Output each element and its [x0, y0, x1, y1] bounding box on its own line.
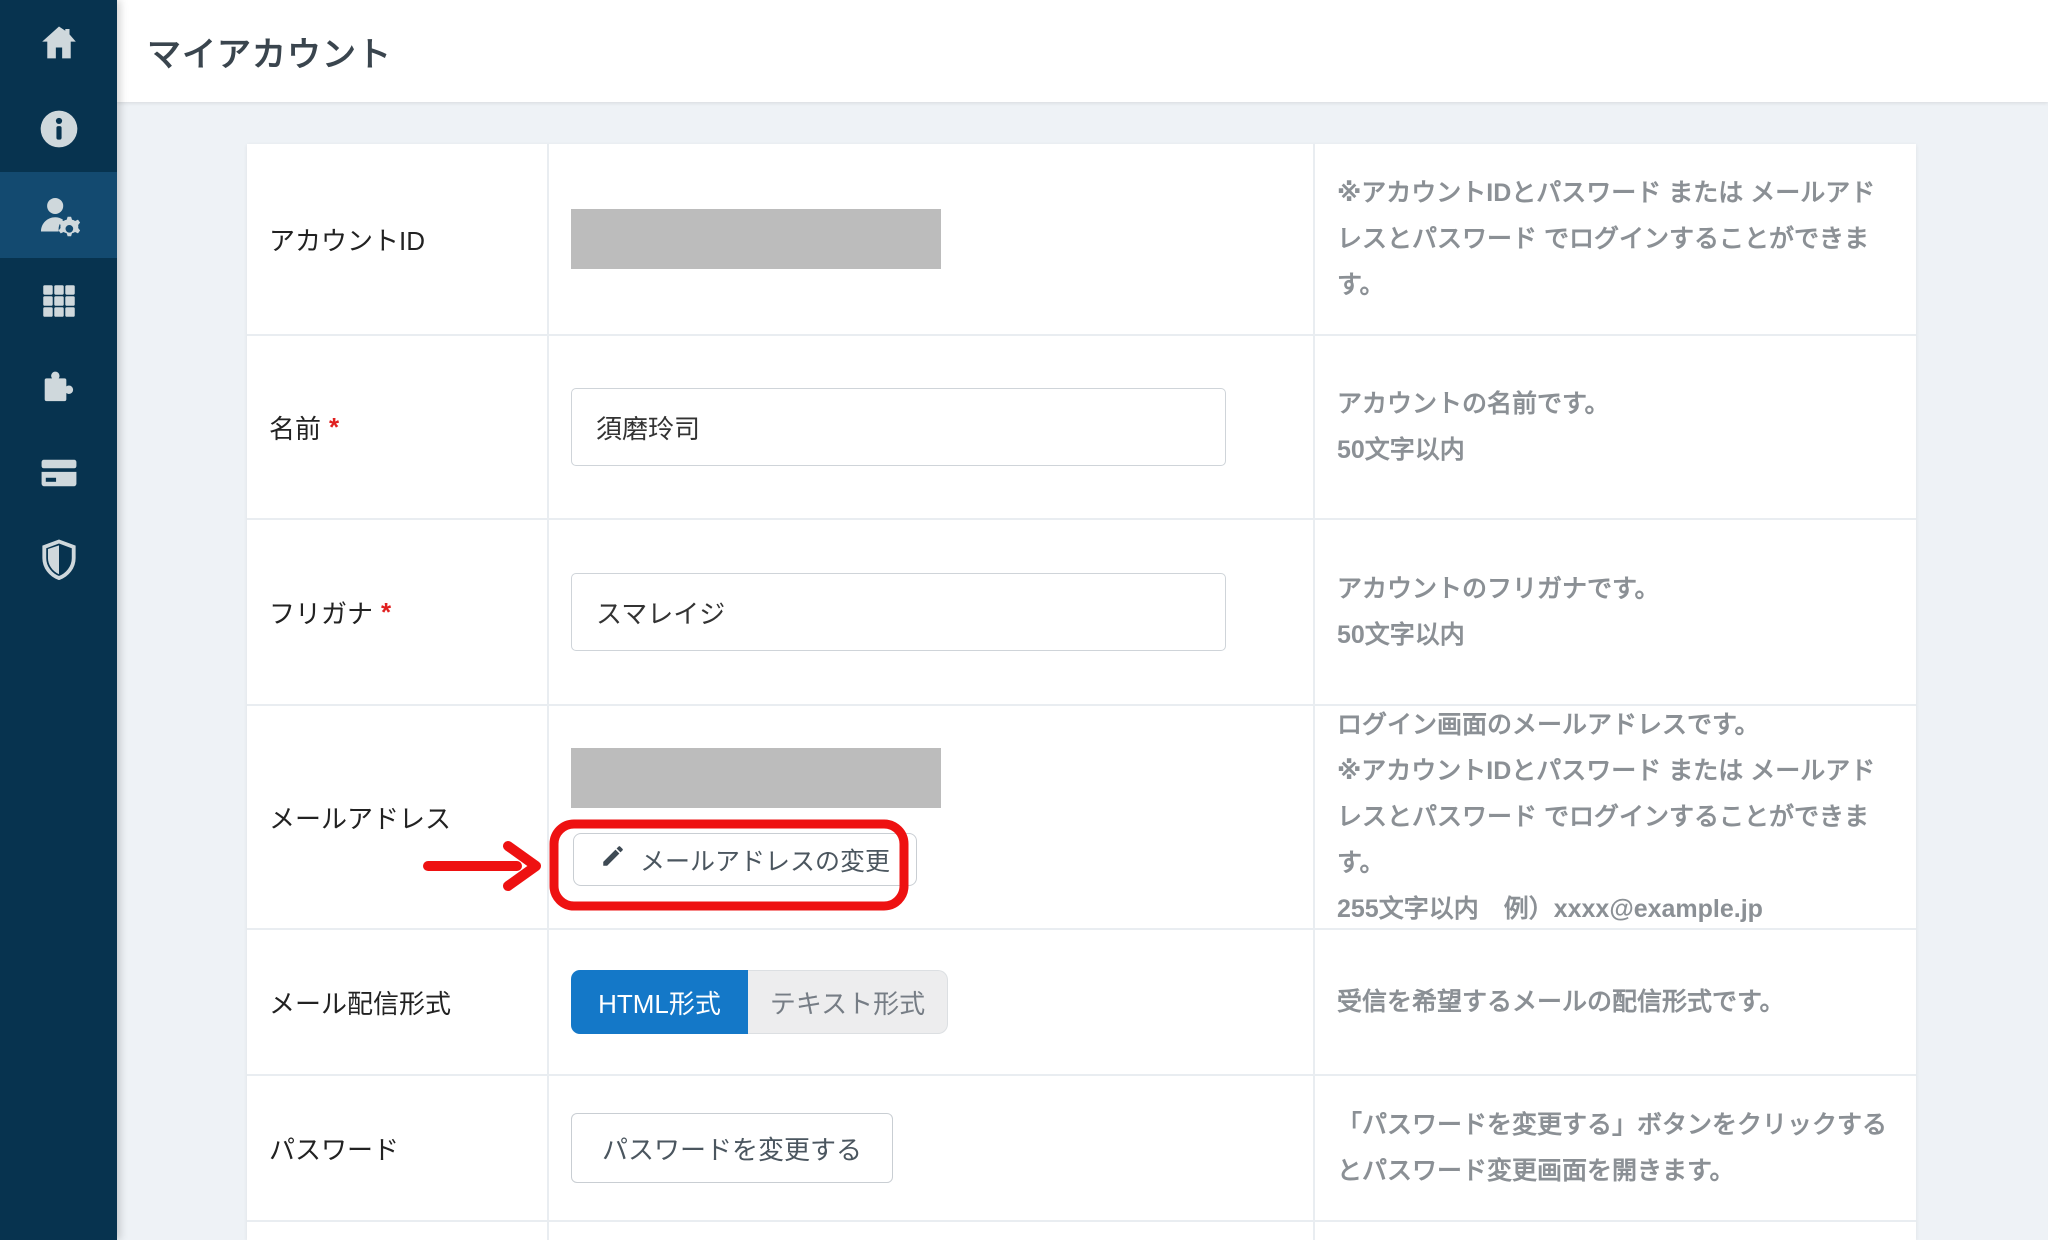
mail-format-option-html[interactable]: HTML形式: [571, 970, 748, 1034]
name-input[interactable]: [571, 388, 1226, 466]
email-redacted-value: [571, 748, 941, 808]
sidebar-item-info[interactable]: [0, 86, 117, 172]
account-id-redacted-value: [571, 209, 941, 269]
required-mark: *: [381, 597, 391, 628]
name-note-line1: アカウントの名前です。: [1337, 381, 1890, 427]
header: マイアカウント: [117, 0, 2048, 102]
home-icon: [38, 22, 80, 64]
shield-icon: [38, 538, 80, 580]
email-label: メールアドレス: [269, 799, 451, 836]
furigana-note-line2: 50文字以内: [1337, 612, 1890, 658]
grid-icon: [38, 280, 80, 322]
puzzle-icon: [37, 365, 81, 409]
page-title: マイアカウント: [147, 27, 392, 76]
furigana-label: フリガナ: [269, 594, 373, 631]
sidebar-item-account[interactable]: [0, 172, 117, 258]
pencil-icon: [600, 843, 626, 876]
credit-card-icon: [37, 451, 81, 495]
info-icon: [37, 107, 81, 151]
user-gear-icon: [36, 192, 82, 238]
row-email: メールアドレス メールアドレスの変更 ログイン画面のメールアドレスです: [247, 706, 1916, 930]
mail-format-toggle: HTML形式 テキスト形式: [571, 970, 948, 1034]
email-note-line3: 255文字以内 例）xxxx@example.jp: [1337, 886, 1890, 932]
required-mark: *: [329, 412, 339, 443]
mail-format-option-text[interactable]: テキスト形式: [748, 970, 948, 1034]
email-note-line2: ※アカウントIDとパスワード または メールアドレスとパスワード でログインする…: [1337, 748, 1890, 886]
furigana-input[interactable]: [571, 573, 1226, 651]
sidebar: [0, 0, 117, 1240]
sidebar-item-home[interactable]: [0, 0, 117, 86]
row-password: パスワード パスワードを変更する 「パスワードを変更する」ボタンをクリックすると…: [247, 1076, 1916, 1222]
password-note: 「パスワードを変更する」ボタンをクリックするとパスワード変更画面を開きます。: [1337, 1102, 1890, 1194]
sidebar-item-apps[interactable]: [0, 258, 117, 344]
row-account-id: アカウントID ※アカウントIDとパスワード または メールアドレスとパスワード…: [247, 144, 1916, 336]
sidebar-item-security[interactable]: [0, 516, 117, 602]
change-email-button-label: メールアドレスの変更: [640, 842, 890, 878]
row-partial: [247, 1222, 1916, 1240]
sidebar-item-plugins[interactable]: [0, 344, 117, 430]
name-note-line2: 50文字以内: [1337, 427, 1890, 473]
account-id-label: アカウントID: [269, 221, 425, 258]
sidebar-item-billing[interactable]: [0, 430, 117, 516]
change-email-button[interactable]: メールアドレスの変更: [573, 833, 917, 886]
row-name: 名前 * アカウントの名前です。 50文字以内: [247, 336, 1916, 520]
email-note-line1: ログイン画面のメールアドレスです。: [1337, 702, 1890, 748]
app-screen: マイアカウント アカウントID ※アカウントIDとパスワード または メールアド…: [0, 0, 2048, 1240]
my-account-form: アカウントID ※アカウントIDとパスワード または メールアドレスとパスワード…: [247, 144, 1916, 1240]
password-label: パスワード: [269, 1130, 399, 1167]
row-furigana: フリガナ * アカウントのフリガナです。 50文字以内: [247, 520, 1916, 706]
account-id-note: ※アカウントIDとパスワード または メールアドレスとパスワード でログインする…: [1337, 170, 1890, 308]
name-label: 名前: [269, 409, 321, 446]
mail-format-label: メール配信形式: [269, 984, 451, 1021]
mail-format-note: 受信を希望するメールの配信形式です。: [1337, 979, 1890, 1025]
change-password-button[interactable]: パスワードを変更する: [571, 1113, 893, 1183]
furigana-note-line1: アカウントのフリガナです。: [1337, 566, 1890, 612]
row-mail-format: メール配信形式 HTML形式 テキスト形式 受信を希望するメールの配信形式です。: [247, 930, 1916, 1076]
